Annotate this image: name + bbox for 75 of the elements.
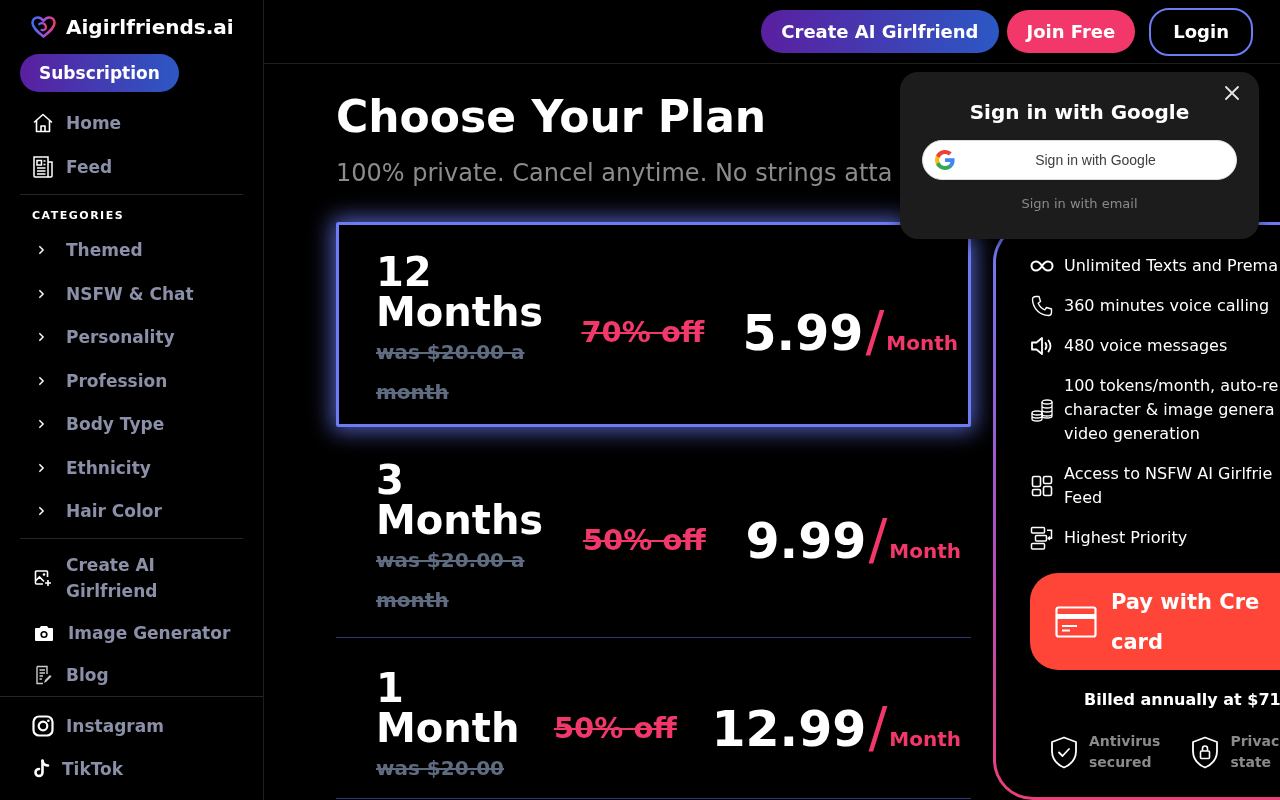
feature-text: Highest Priority — [1064, 527, 1188, 549]
infinity-icon — [1030, 260, 1054, 272]
pay-card-button[interactable]: Pay with Cre card — [1030, 573, 1280, 670]
join-button[interactable]: Join Free — [1006, 10, 1136, 53]
discount-label: 70% off — [581, 315, 705, 349]
category-link[interactable]: Hair Color — [0, 489, 263, 533]
page-title: Choose Your Plan — [336, 91, 767, 143]
nav-link[interactable]: Create AI Girlfriend — [0, 544, 263, 612]
category-link[interactable]: Personality — [0, 315, 263, 359]
shield-lock-icon — [1191, 735, 1220, 769]
original-price: was $20.00 a month — [376, 339, 526, 406]
price-unit: Month — [889, 538, 961, 563]
plan-option[interactable]: 1 Month was $20.00 50% off 12.99/Month — [336, 638, 971, 799]
feature-text: 360 minutes voice calling — [1064, 295, 1270, 317]
tiktok-icon — [32, 758, 50, 779]
page-subtitle: 100% private. Cancel anytime. No strings atta — [336, 158, 893, 189]
camera-icon — [34, 624, 54, 642]
discount-label: 50% off — [553, 711, 677, 745]
category-link[interactable]: Themed — [0, 228, 263, 272]
newspaper-icon — [32, 154, 54, 179]
price-amount: 12.99 — [711, 701, 867, 758]
close-icon[interactable] — [1224, 85, 1240, 101]
price-slash: / — [868, 510, 888, 567]
plan-option[interactable]: 12 Months was $20.00 a month 70% off 5.99/Month — [336, 222, 971, 427]
trust-label: Antivirus secured — [1089, 732, 1161, 772]
plan-duration: 12 Months — [376, 252, 544, 332]
google-signin-button[interactable]: Sign in with Google — [922, 140, 1237, 180]
phone-icon — [1030, 294, 1054, 318]
speaker-icon — [1030, 335, 1054, 357]
email-signin-link[interactable]: Sign in with email — [1021, 196, 1138, 212]
login-button[interactable]: Login — [1149, 7, 1253, 56]
nav-link[interactable]: Image Generator — [0, 612, 263, 654]
category-link[interactable]: NSFW & Chat — [0, 272, 263, 316]
nav-link[interactable]: Feed — [0, 144, 263, 189]
feature-text: 480 voice messages — [1064, 335, 1228, 357]
coins-icon — [1030, 398, 1054, 422]
feature-text: Unlimited Texts and Prema — [1064, 255, 1278, 277]
stacked-bars-icon — [1030, 526, 1054, 550]
price-unit: Month — [889, 726, 961, 751]
price-unit: Month — [886, 330, 958, 355]
social-link[interactable]: Instagram — [0, 704, 263, 747]
popup-title: Sign in with Google — [968, 100, 1191, 124]
price-amount: 9.99 — [745, 513, 867, 570]
create-girlfriend-button[interactable]: Create AI Girlfriend — [761, 10, 999, 53]
billing-note: Billed annually at $71 — [1084, 690, 1280, 710]
discount-label: 50% off — [582, 523, 706, 557]
google-logo-icon — [935, 150, 955, 170]
grid-icon — [1031, 475, 1053, 497]
image-plus-icon — [34, 569, 52, 587]
social-link[interactable]: TikTok — [0, 747, 263, 790]
category-link[interactable]: Body Type — [0, 402, 263, 446]
original-price: was $20.00 — [376, 755, 505, 782]
original-price: was $20.00 a month — [376, 547, 526, 614]
category-link[interactable]: Profession — [0, 359, 263, 403]
plan-duration: 3 Months — [376, 460, 544, 540]
price-slash: / — [865, 302, 885, 359]
brand-name: Aigirlfriends.ai — [66, 15, 234, 40]
trust-label: Privac state — [1230, 732, 1280, 772]
feature-text: Access to NSFW AI Girlfrie Feed — [1064, 463, 1273, 509]
shield-check-icon — [1050, 735, 1078, 769]
plan-option[interactable]: 3 Months was $20.00 a month 50% off 9.99/Month — [336, 430, 971, 638]
home-icon — [32, 111, 54, 134]
document-pen-icon — [34, 665, 52, 685]
feature-text: 100 tokens/month, auto-re character & image genera video generation — [1064, 375, 1279, 445]
category-link[interactable]: Ethnicity — [0, 446, 263, 490]
plan-duration: 1 Month — [376, 668, 520, 748]
nav-link[interactable]: Blog — [0, 654, 263, 696]
credit-card-icon — [1055, 605, 1097, 638]
instagram-icon — [32, 714, 54, 737]
subscription-button[interactable]: Subscription — [20, 54, 179, 92]
price-slash: / — [868, 698, 888, 755]
nav-link[interactable]: Home — [0, 100, 263, 145]
section-heading: CATEGORIES — [32, 208, 126, 222]
heart-logo-icon — [30, 15, 57, 40]
price-amount: 5.99 — [742, 305, 864, 362]
